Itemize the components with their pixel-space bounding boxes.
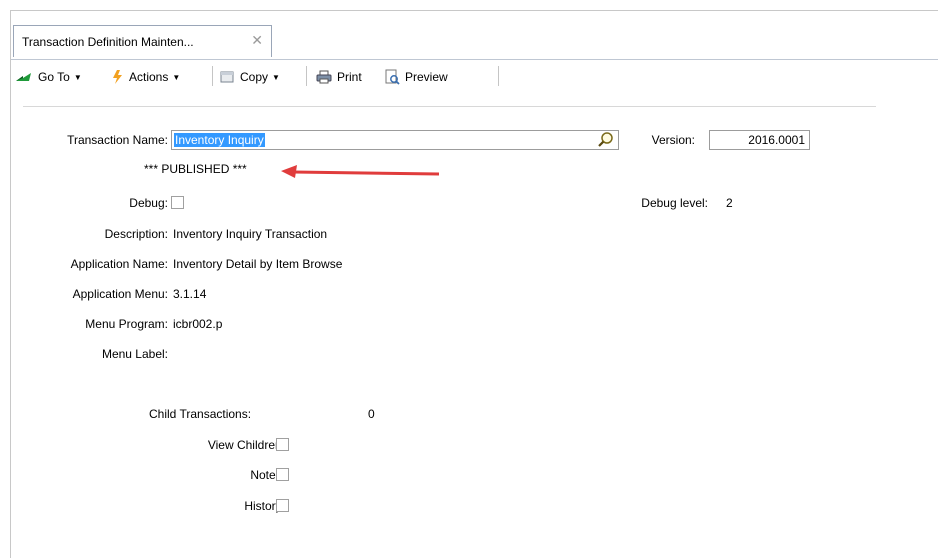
debug-label: Debug: — [129, 196, 168, 210]
application-name-label: Application Name: — [70, 257, 168, 271]
copy-button[interactable]: Copy ▼ — [219, 68, 280, 86]
chevron-down-icon: ▼ — [73, 72, 82, 82]
print-label: Print — [337, 70, 362, 84]
child-transactions-value: 0 — [368, 407, 375, 421]
toolbar: Go To ▼ Actions ▼ Copy ▼ Print Preview — [11, 60, 938, 92]
notes-checkbox[interactable] — [276, 468, 289, 481]
transaction-name-label: Transaction Name: — [67, 133, 168, 147]
application-name-value: Inventory Detail by Item Browse — [173, 257, 343, 271]
window-frame: Transaction Definition Mainten... ✕ Go T… — [10, 10, 938, 558]
chevron-down-icon: ▼ — [172, 72, 181, 82]
child-transactions-label: Child Transactions: — [149, 407, 252, 421]
version-input[interactable]: 2016.0001 — [709, 130, 810, 150]
description-label: Description: — [104, 227, 168, 241]
debug-checkbox[interactable] — [171, 196, 184, 209]
tab-transaction-definition[interactable]: Transaction Definition Mainten... ✕ — [13, 25, 272, 57]
actions-button[interactable]: Actions ▼ — [110, 68, 180, 86]
toolbar-separator — [212, 66, 213, 86]
history-checkbox[interactable] — [276, 499, 289, 512]
published-status: *** PUBLISHED *** — [144, 162, 247, 176]
tab-strip: Transaction Definition Mainten... ✕ — [11, 11, 938, 60]
toolbar-separator — [498, 66, 499, 86]
printer-icon — [316, 70, 332, 84]
preview-label: Preview — [405, 70, 448, 84]
actions-label: Actions — [129, 70, 169, 84]
version-label: Version: — [651, 133, 695, 147]
application-menu-value: 3.1.14 — [173, 287, 207, 301]
debug-level-value: 2 — [726, 196, 733, 210]
close-icon[interactable]: ✕ — [251, 32, 263, 49]
menu-program-value: icbr002.p — [173, 317, 223, 331]
copy-icon — [220, 71, 234, 83]
view-children-checkbox[interactable] — [276, 438, 289, 451]
menu-program-label: Menu Program: — [85, 317, 168, 331]
lightning-icon — [113, 70, 122, 84]
goto-button[interactable]: Go To ▼ — [15, 68, 82, 86]
goto-arrow-icon — [16, 73, 31, 81]
annotation-arrow — [281, 165, 440, 178]
debug-level-label: Debug level: — [641, 196, 708, 210]
menu-label-label: Menu Label: — [101, 347, 168, 361]
print-button[interactable]: Print — [316, 68, 362, 86]
preview-button[interactable]: Preview — [384, 68, 448, 86]
tab-label: Transaction Definition Mainten... — [22, 35, 194, 49]
view-children-label: View Children: — [207, 438, 285, 452]
toolbar-separator — [306, 66, 307, 86]
goto-label: Go To — [38, 70, 70, 84]
section-divider — [23, 106, 876, 107]
chevron-down-icon: ▼ — [272, 72, 280, 82]
version-value: 2016.0001 — [748, 133, 805, 147]
transaction-name-input[interactable]: Inventory Inquiry — [171, 130, 619, 150]
application-menu-label: Application Menu: — [72, 287, 168, 301]
preview-icon — [385, 69, 400, 85]
description-value: Inventory Inquiry Transaction — [173, 227, 328, 241]
copy-label: Copy — [240, 70, 269, 84]
search-icon[interactable] — [597, 131, 615, 149]
transaction-name-value: Inventory Inquiry — [174, 133, 265, 147]
